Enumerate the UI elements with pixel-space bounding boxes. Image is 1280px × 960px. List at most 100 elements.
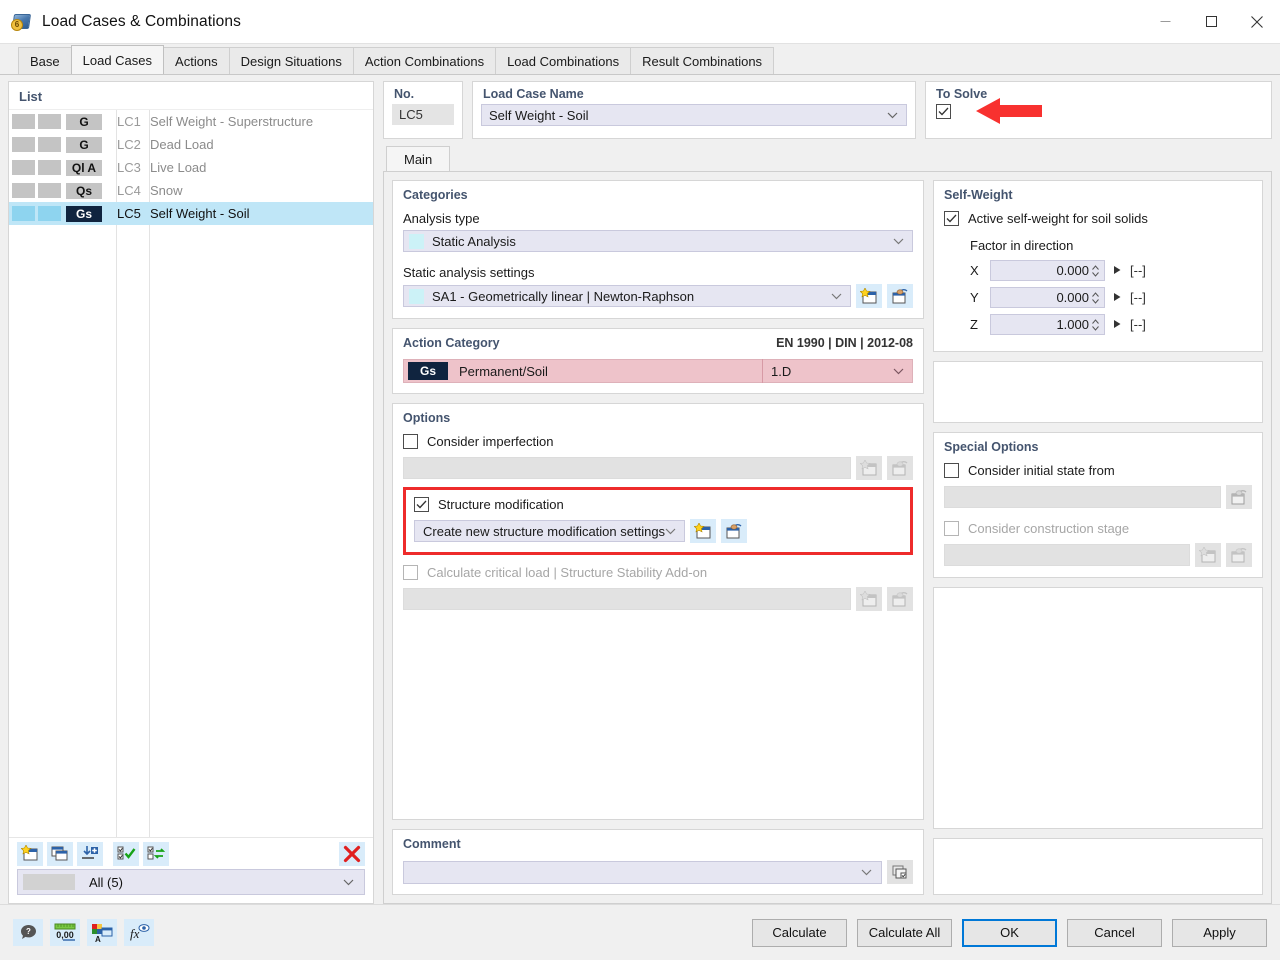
table-row[interactable]: Qs LC4 Snow bbox=[9, 179, 373, 202]
consider-initial-state-checkbox[interactable] bbox=[944, 463, 959, 478]
tab-action-combinations[interactable]: Action Combinations bbox=[352, 47, 497, 74]
tab-actions[interactable]: Actions bbox=[163, 47, 230, 74]
chevron-down-icon bbox=[343, 879, 354, 886]
structure-modification-checkbox[interactable] bbox=[414, 497, 429, 512]
list-filter-dropdown[interactable]: All (5) bbox=[17, 869, 365, 895]
static-settings-value: SA1 - Geometrically linear | Newton-Raph… bbox=[432, 288, 695, 304]
structure-modification-value: Create new structure modification settin… bbox=[423, 523, 666, 539]
load-case-name-box: Load Case Name Self Weight - Soil bbox=[472, 81, 916, 139]
checklist-swap-icon[interactable] bbox=[143, 841, 169, 866]
chevron-down-icon bbox=[665, 528, 676, 535]
new-settings-icon[interactable] bbox=[856, 284, 882, 308]
dialog-footer: ? 0,00 A fx Calculate Calculate All OK C… bbox=[0, 904, 1280, 960]
apply-button[interactable]: Apply bbox=[1172, 918, 1267, 947]
options-card: Options Consider imperfection Structure … bbox=[392, 403, 924, 820]
calculate-critical-load-checkbox bbox=[403, 565, 418, 580]
minimize-icon[interactable] bbox=[1142, 0, 1188, 44]
help-bubble-icon[interactable]: ? bbox=[13, 919, 43, 946]
action-category-card: Action Category EN 1990 | DIN | 2012-08 … bbox=[392, 328, 924, 394]
static-settings-swatch bbox=[409, 288, 424, 304]
consider-imperfection-field-row bbox=[403, 456, 913, 480]
copy-windows-icon[interactable] bbox=[47, 841, 73, 866]
table-row[interactable]: G LC2 Dead Load bbox=[9, 133, 373, 156]
tab-result-combinations[interactable]: Result Combinations bbox=[630, 47, 775, 74]
chevron-down-icon bbox=[887, 112, 898, 119]
action-category-sub[interactable]: 1.D bbox=[762, 359, 912, 383]
tab-load-cases[interactable]: Load Cases bbox=[70, 45, 165, 74]
table-row[interactable]: G LC1 Self Weight - Superstructure bbox=[9, 110, 373, 133]
ok-button[interactable]: OK bbox=[962, 918, 1057, 947]
consider-initial-state-field bbox=[944, 486, 1221, 508]
new-structure-modification-icon[interactable] bbox=[690, 519, 717, 543]
load-case-list[interactable]: G LC1 Self Weight - Superstructure G LC2… bbox=[9, 109, 373, 837]
analysis-type-value: Static Analysis bbox=[432, 233, 516, 249]
factor-x-input[interactable]: 0.000 bbox=[990, 260, 1105, 281]
edit-construction-stage-icon bbox=[1226, 543, 1252, 567]
factor-x-unit: [--] bbox=[1130, 263, 1146, 278]
comment-templates-icon[interactable] bbox=[887, 860, 913, 884]
maximize-icon[interactable] bbox=[1188, 0, 1234, 44]
new-window-star-icon[interactable] bbox=[17, 841, 43, 866]
row-color-swatch-1 bbox=[12, 183, 35, 198]
units-ruler-icon[interactable]: 0,00 bbox=[50, 919, 80, 946]
active-self-weight-label: Active self-weight for soil solids bbox=[968, 211, 1148, 226]
structure-modification-dropdown[interactable]: Create new structure modification settin… bbox=[414, 520, 686, 542]
edit-stability-settings-icon bbox=[887, 587, 913, 611]
action-category-selector[interactable]: Gs Permanent/Soil 1.D bbox=[403, 359, 913, 383]
table-row[interactable]: Ql A LC3 Live Load bbox=[9, 156, 373, 179]
filter-value: All (5) bbox=[89, 874, 123, 890]
table-row-selected[interactable]: Gs LC5 Self Weight - Soil bbox=[9, 202, 373, 225]
calculate-critical-load-label: Calculate critical load | Structure Stab… bbox=[427, 565, 708, 580]
tab-load-combinations[interactable]: Load Combinations bbox=[495, 47, 632, 74]
edit-initial-state-icon[interactable] bbox=[1226, 485, 1252, 509]
tab-design-situations[interactable]: Design Situations bbox=[228, 47, 354, 74]
colors-palette-icon[interactable]: A bbox=[87, 919, 117, 946]
row-category-badge: Ql A bbox=[66, 159, 102, 176]
right-column: Self-Weight Active self-weight for soil … bbox=[933, 180, 1263, 895]
row-color-swatch-2 bbox=[38, 160, 61, 175]
factor-y-input[interactable]: 0.000 bbox=[990, 287, 1105, 308]
footer-buttons: Calculate Calculate All OK Cancel Apply bbox=[752, 918, 1267, 947]
spinner-arrows-icon[interactable] bbox=[1091, 318, 1100, 332]
factor-z-input[interactable]: 1.000 bbox=[990, 314, 1105, 335]
load-case-number-box: No. LC5 bbox=[383, 81, 463, 139]
static-settings-dropdown[interactable]: SA1 - Geometrically linear | Newton-Raph… bbox=[403, 285, 851, 307]
red-x-icon[interactable] bbox=[339, 841, 365, 866]
import-plus-icon[interactable] bbox=[77, 841, 103, 866]
factor-group: Factor in direction X 0.000 [--] Y 0.000… bbox=[970, 238, 1252, 335]
load-case-name-value: Self Weight - Soil bbox=[489, 107, 589, 123]
factor-y-value: 0.000 bbox=[1056, 290, 1089, 305]
analysis-type-dropdown[interactable]: Static Analysis bbox=[403, 230, 913, 252]
factor-z-expand-icon[interactable] bbox=[1113, 317, 1122, 332]
row-category-badge: G bbox=[66, 136, 102, 153]
tab-main[interactable]: Main bbox=[386, 146, 451, 171]
checklist-check-icon[interactable] bbox=[113, 841, 139, 866]
comment-card: Comment bbox=[392, 829, 924, 895]
factor-x-expand-icon[interactable] bbox=[1113, 263, 1122, 278]
consider-imperfection-checkbox[interactable] bbox=[403, 434, 418, 449]
fx-eye-icon[interactable]: fx bbox=[124, 919, 154, 946]
edit-structure-modification-icon[interactable] bbox=[721, 519, 748, 543]
spinner-arrows-icon[interactable] bbox=[1091, 264, 1100, 278]
load-case-name-input[interactable]: Self Weight - Soil bbox=[481, 104, 907, 126]
edit-settings-icon[interactable] bbox=[887, 284, 913, 308]
comment-input[interactable] bbox=[403, 860, 882, 884]
list-header: List bbox=[19, 89, 43, 104]
main-panel: Categories Analysis type Static Analysis… bbox=[383, 171, 1272, 904]
main-tab-strip: Base Load Cases Actions Design Situation… bbox=[0, 44, 1280, 75]
to-solve-checkbox[interactable] bbox=[936, 104, 951, 119]
blank-panel-middle bbox=[933, 587, 1263, 829]
svg-text:fx: fx bbox=[130, 926, 140, 941]
close-icon[interactable] bbox=[1234, 0, 1280, 44]
calculate-critical-load-field-row bbox=[403, 587, 913, 611]
cancel-button[interactable]: Cancel bbox=[1067, 918, 1162, 947]
active-self-weight-checkbox[interactable] bbox=[944, 211, 959, 226]
calculate-button[interactable]: Calculate bbox=[752, 918, 847, 947]
calculate-all-button[interactable]: Calculate All bbox=[857, 918, 952, 947]
spinner-arrows-icon[interactable] bbox=[1091, 291, 1100, 305]
load-case-number-value: LC5 bbox=[392, 104, 454, 125]
factor-y-expand-icon[interactable] bbox=[1113, 290, 1122, 305]
window-title: Load Cases & Combinations bbox=[42, 12, 241, 30]
tab-base[interactable]: Base bbox=[18, 47, 72, 74]
chevron-down-icon bbox=[831, 293, 842, 300]
